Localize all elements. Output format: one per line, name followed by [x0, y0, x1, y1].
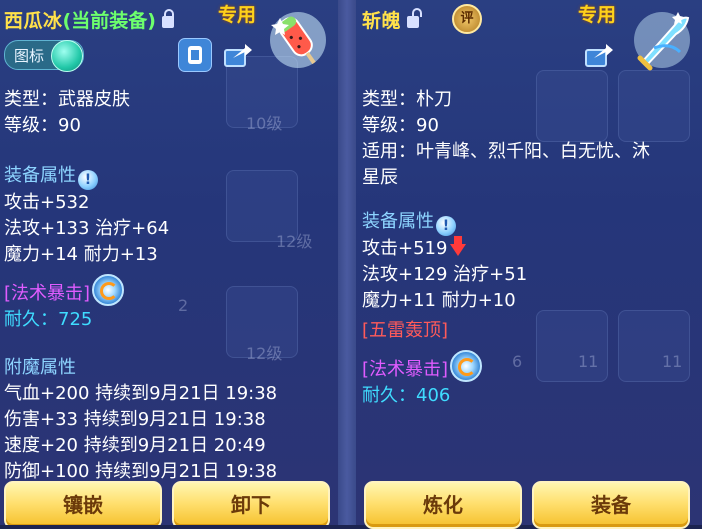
- inlay-button[interactable]: 镶嵌: [4, 481, 162, 525]
- unequip-button[interactable]: 卸下: [172, 481, 330, 525]
- refine-button[interactable]: 炼化: [364, 481, 522, 529]
- enchant-row: 伤害+33 持续到9月21日 19:38: [4, 409, 266, 430]
- stat-row: 攻击+519: [362, 238, 448, 259]
- share-icon[interactable]: [584, 42, 614, 68]
- exclusive-label: 专用: [218, 4, 257, 26]
- lock-icon[interactable]: [161, 9, 174, 28]
- type-text: 类型：朴刀: [362, 89, 452, 110]
- compare-item-title: 斩魄: [362, 4, 423, 34]
- equip-button[interactable]: 装备: [532, 481, 690, 529]
- enchant-row: 速度+20 持续到9月21日 20:49: [4, 435, 266, 456]
- durability-text: 耐久：406: [362, 385, 451, 406]
- bg-slot: [618, 310, 690, 382]
- item-name: 西瓜冰: [4, 9, 63, 32]
- section-title: 附魔属性: [4, 357, 76, 378]
- item-attributes: 类型：朴刀 等级：90 适用：叶青峰、烈千阳、白无忧、沐 星辰: [362, 87, 650, 191]
- skill-name: [法术暴击]: [362, 359, 449, 380]
- info-icon[interactable]: !: [436, 216, 456, 236]
- equipped-tag: (当前装备): [62, 9, 156, 32]
- skill-icon[interactable]: [92, 274, 125, 306]
- applicable-text-cont: 星辰: [362, 167, 398, 188]
- share-icon[interactable]: [223, 42, 253, 68]
- current-item-panel: 10级 12级 12级 2 西瓜冰 (当前装备) 专用 图标 类型：武器皮肤 等…: [0, 0, 338, 525]
- info-icon[interactable]: !: [78, 170, 98, 190]
- level-text: 等级：90: [4, 115, 81, 136]
- section-title: 装备属性: [4, 165, 76, 186]
- item-name: 斩魄: [362, 9, 402, 32]
- skill-icon[interactable]: [450, 350, 483, 382]
- stat-row: 攻击+532: [4, 192, 90, 213]
- blade-weapon-icon: [634, 12, 690, 71]
- durability-text: 耐久：725: [4, 309, 93, 330]
- panel-divider: [338, 0, 356, 525]
- type-text: 类型：武器皮肤: [4, 89, 130, 110]
- exclusive-label: 专用: [578, 4, 617, 26]
- bg-level-label: 12级: [276, 232, 313, 251]
- bg-count-label: 11: [578, 352, 599, 371]
- stat-row: 法攻+133 治疗+64: [4, 218, 170, 239]
- enchant-attributes: 附魔属性 气血+200 持续到9月21日 19:38 伤害+33 持续到9月21…: [4, 355, 277, 485]
- bg-count-label: 2: [178, 296, 189, 315]
- bg-slot: [536, 310, 608, 382]
- applicable-text: 适用：叶青峰、烈千阳、白无忧、沐: [362, 141, 650, 162]
- toggle-knob-icon: [51, 40, 83, 72]
- decrease-arrow-icon: [450, 236, 467, 256]
- level-text: 等级：90: [362, 115, 439, 136]
- equipment-attributes: 装备属性! 攻击+519 法攻+129 治疗+51 魔力+11 耐力+10 [五…: [362, 209, 527, 409]
- item-attributes: 类型：武器皮肤 等级：90: [4, 87, 130, 139]
- stat-row: 魔力+11 耐力+10: [362, 290, 516, 311]
- icon-toggle-label: 图标: [14, 47, 45, 65]
- enchant-row: 气血+200 持续到9月21日 19:38: [4, 383, 278, 404]
- equipment-attributes: 装备属性! 攻击+532 法攻+133 治疗+64 魔力+14 耐力+13 [法…: [4, 163, 169, 333]
- icon-toggle[interactable]: 图标: [4, 40, 84, 72]
- item-title: 西瓜冰 (当前装备): [4, 4, 174, 34]
- appearance-icon: [188, 46, 202, 64]
- watermelon-ice-icon: [270, 12, 326, 68]
- appearance-button[interactable]: [178, 38, 212, 72]
- bg-count-label: 11: [662, 352, 683, 371]
- special-effect: [五雷轰顶]: [362, 320, 449, 341]
- rating-badge-icon[interactable]: 评: [452, 4, 482, 34]
- stat-row: 魔力+14 耐力+13: [4, 244, 158, 265]
- unlock-icon[interactable]: [407, 8, 423, 28]
- section-title: 装备属性: [362, 211, 434, 232]
- skill-name: [法术暴击]: [4, 283, 91, 304]
- stat-row: 法攻+129 治疗+51: [362, 264, 528, 285]
- bg-level-label: 10级: [246, 114, 283, 133]
